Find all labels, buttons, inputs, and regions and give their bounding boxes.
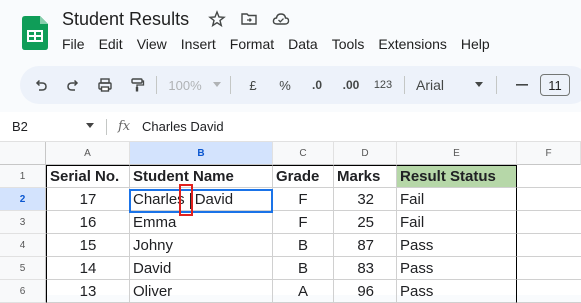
title-bar: Student Results File Edit View Insert Fo… [0,0,581,62]
font-dropdown-icon[interactable] [472,66,486,104]
name-box-dropdown-icon[interactable] [86,123,94,128]
cell-d5[interactable]: 83 [334,257,397,280]
row-header-4[interactable]: 4 [0,234,46,257]
menu-extensions[interactable]: Extensions [378,36,446,52]
decrease-decimal-button[interactable]: .0 [304,66,330,104]
menu-edit[interactable]: Edit [99,36,123,52]
document-title[interactable]: Student Results [62,9,189,30]
move-folder-icon[interactable] [240,10,258,28]
formula-bar: B2 fx Charles David [0,112,581,142]
cell-c5[interactable]: B [273,257,334,280]
paint-format-icon[interactable] [126,66,148,104]
currency-format-button[interactable]: £ [242,66,264,104]
cell-f5[interactable] [517,257,581,280]
sheets-logo-icon[interactable] [22,16,48,50]
percent-format-button[interactable]: % [274,66,296,104]
row-header-5[interactable]: 5 [0,257,46,280]
cell-a6[interactable]: 13 [46,280,130,303]
header-grade[interactable]: Grade [273,165,334,188]
highlight-annotation [179,184,193,216]
header-student-name[interactable]: Student Name [130,165,273,188]
more-formats-label: 123 [373,79,393,91]
row-header-6[interactable]: 6 [0,280,46,303]
column-header-d[interactable]: D [334,142,397,165]
cell-c4[interactable]: B [273,234,334,257]
font-size-value: 11 [548,77,562,93]
cell-a4[interactable]: 15 [46,234,130,257]
increase-decimal-button[interactable]: .00 [336,66,366,104]
active-cell-selection [129,189,273,213]
cell-d6[interactable]: 96 [334,280,397,303]
row-header-2[interactable]: 2 [0,188,46,211]
header-serial-no[interactable]: Serial No. [46,165,130,188]
cell-f6[interactable] [517,280,581,303]
toolbar: 100% £ % .0 .00 123 Arial 11 [20,66,581,104]
zoom-select[interactable]: 100% [160,66,210,104]
name-box[interactable]: B2 [12,119,28,134]
zoom-value: 100% [168,77,202,93]
undo-icon[interactable] [30,66,52,104]
cell-f1[interactable] [517,165,581,188]
cloud-saved-icon[interactable] [272,10,290,28]
cell-e2[interactable]: Fail [397,188,517,211]
cell-a3[interactable]: 16 [46,211,130,234]
font-size-box: 11 [540,74,570,96]
menu-help[interactable]: Help [461,36,490,52]
menu-data[interactable]: Data [288,36,318,52]
column-header-c[interactable]: C [273,142,334,165]
formula-input[interactable]: Charles David [142,119,224,134]
cell-d2[interactable]: 32 [334,188,397,211]
print-icon[interactable] [94,66,116,104]
header-marks[interactable]: Marks [334,165,397,188]
cell-b3[interactable]: Emma [130,211,273,234]
decrease-font-size-icon[interactable] [514,66,530,104]
zoom-dropdown-icon[interactable] [210,66,224,104]
percent-symbol: % [279,77,291,93]
currency-symbol: £ [249,77,257,93]
fx-icon: fx [118,119,131,134]
font-family-select[interactable]: Arial [416,66,476,104]
menu-view[interactable]: View [137,36,167,52]
spreadsheet-grid: A B C D E F 1 2 3 4 5 6 Serial No. Stude… [0,142,581,303]
select-all-corner[interactable] [0,142,46,165]
row-header-3[interactable]: 3 [0,211,46,234]
star-icon[interactable] [208,10,226,28]
cell-e6[interactable]: Pass [397,280,517,303]
decrease-decimal-label: .0 [311,78,322,92]
font-size-input[interactable]: 11 [540,66,570,104]
cell-c2[interactable]: F [273,188,334,211]
font-family-value: Arial [416,77,445,93]
column-header-f[interactable]: F [517,142,581,165]
cell-f2[interactable] [517,188,581,211]
menu-bar: File Edit View Insert Format Data Tools … [62,36,504,52]
cell-f3[interactable] [517,211,581,234]
cell-d4[interactable]: 87 [334,234,397,257]
menu-format[interactable]: Format [230,36,274,52]
row-header-1[interactable]: 1 [0,165,46,188]
cell-e4[interactable]: Pass [397,234,517,257]
menu-insert[interactable]: Insert [181,36,216,52]
cell-e3[interactable]: Fail [397,211,517,234]
header-result-status[interactable]: Result Status [397,165,517,188]
cell-c3[interactable]: F [273,211,334,234]
cell-d3[interactable]: 25 [334,211,397,234]
column-header-e[interactable]: E [397,142,517,165]
menu-file[interactable]: File [62,36,85,52]
redo-icon[interactable] [62,66,84,104]
cell-c6[interactable]: A [273,280,334,303]
cell-a2[interactable]: 17 [46,188,130,211]
cell-b4[interactable]: Johny [130,234,273,257]
column-header-a[interactable]: A [46,142,130,165]
cell-e5[interactable]: Pass [397,257,517,280]
increase-decimal-label: .00 [342,78,360,92]
menu-tools[interactable]: Tools [332,36,365,52]
cell-a5[interactable]: 14 [46,257,130,280]
cell-b6[interactable]: Oliver [130,280,273,303]
cell-b5[interactable]: David [130,257,273,280]
more-formats-button[interactable]: 123 [370,66,396,104]
cell-f4[interactable] [517,234,581,257]
column-header-b[interactable]: B [130,142,273,165]
